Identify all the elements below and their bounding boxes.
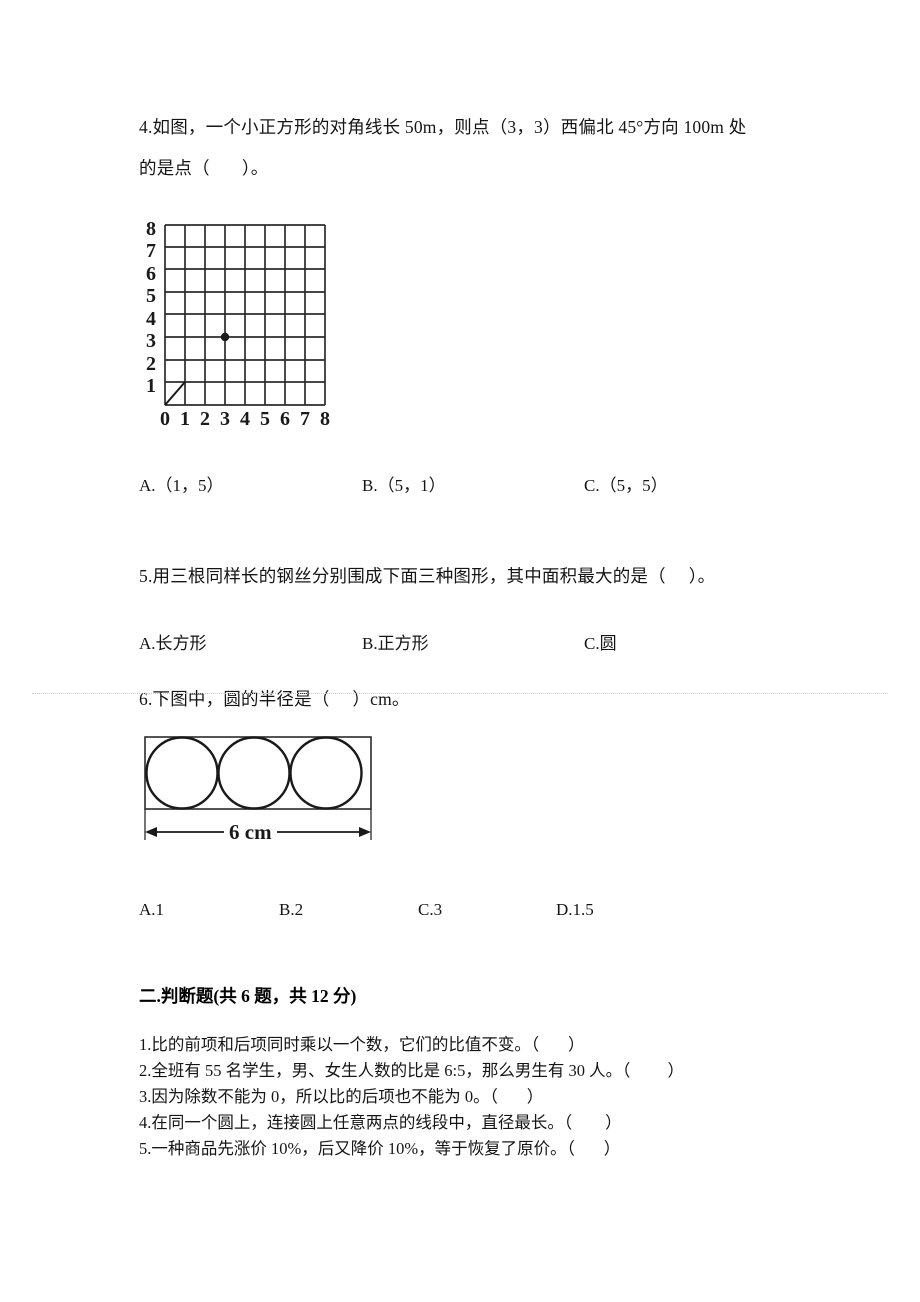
grid-x-label-8: 8 [320,408,330,430]
grid-y-label-2: 2 [146,353,156,375]
grid-x-label-5: 5 [260,408,270,430]
grid-x-label-0: 0 [160,408,170,430]
question-5-option-c[interactable]: C.圆 [584,632,617,656]
question-5-line-1: 5.用三根同样长的钢丝分别围成下面三种图形，其中面积最大的是（ ）。 [139,566,716,586]
grid-y-label-4: 4 [146,308,156,330]
question-6-line-1: 6.下图中，圆的半径是（ ）cm。 [139,689,410,709]
grid-y-label-8: 8 [146,218,156,240]
page-dotted-separator [32,693,888,694]
question-4-option-a[interactable]: A.（1，5） [139,474,224,498]
coordinate-grid-figure: 8 7 6 5 4 3 2 1 0 1 2 3 4 5 6 7 8 [138,215,363,430]
question-6-option-b[interactable]: B.2 [279,898,303,922]
grid-x-label-1: 1 [180,408,190,430]
arrowhead-left-icon [145,827,157,837]
marked-point [220,332,230,342]
diagonal-segment [164,381,186,406]
true-false-item-4[interactable]: 4.在同一个圆上，连接圆上任意两点的线段中，直径最长。（ ） [139,1111,622,1134]
circle-3 [289,736,363,810]
grid-y-label-3: 3 [146,330,156,352]
grid-y-label-6: 6 [146,263,156,285]
question-6-option-d[interactable]: D.1.5 [556,898,594,922]
question-6-option-a[interactable]: A.1 [139,898,164,922]
question-4-option-b[interactable]: B.（5，1） [362,474,446,498]
question-4-line-1: 4.如图，一个小正方形的对角线长 50m，则点（3，3）西偏北 45°方向 10… [139,117,747,137]
question-5-option-a[interactable]: A.长方形 [139,632,207,656]
section-two-heading: 二.判断题(共 6 题，共 12 分) [139,986,357,1006]
grid-y-label-7: 7 [146,240,156,262]
dimension-label: 6 cm [224,822,277,843]
grid-lines [164,224,326,406]
true-false-item-1[interactable]: 1.比的前项和后项同时乘以一个数，它们的比值不变。（ ） [139,1033,585,1056]
coordinate-grid-svg [164,224,326,406]
grid-x-label-6: 6 [280,408,290,430]
circle-1 [145,736,219,810]
arrowhead-right-icon [359,827,371,837]
grid-x-label-4: 4 [240,408,250,430]
exam-page: 4.如图，一个小正方形的对角线长 50m，则点（3，3）西偏北 45°方向 10… [0,0,920,1302]
grid-y-label-1: 1 [146,375,156,397]
true-false-item-2[interactable]: 2.全班有 55 名学生，男、女生人数的比是 6:5，那么男生有 30 人。（ … [139,1059,684,1082]
true-false-item-5[interactable]: 5.一种商品先涨价 10%，后又降价 10%，等于恢复了原价。（ ） [139,1137,620,1160]
question-6-option-c[interactable]: C.3 [418,898,442,922]
question-5-option-b[interactable]: B.正方形 [362,632,429,656]
three-circles-figure: 6 cm [138,730,383,850]
bounding-rectangle [144,736,372,810]
grid-y-label-5: 5 [146,285,156,307]
question-4-option-c[interactable]: C.（5，5） [584,474,668,498]
grid-x-label-3: 3 [220,408,230,430]
true-false-item-3[interactable]: 3.因为除数不能为 0，所以比的后项也不能为 0。（ ） [139,1085,543,1108]
question-4-line-2: 的是点（ ）。 [139,158,269,178]
circle-2 [217,736,291,810]
grid-x-label-7: 7 [300,408,310,430]
grid-x-label-2: 2 [200,408,210,430]
